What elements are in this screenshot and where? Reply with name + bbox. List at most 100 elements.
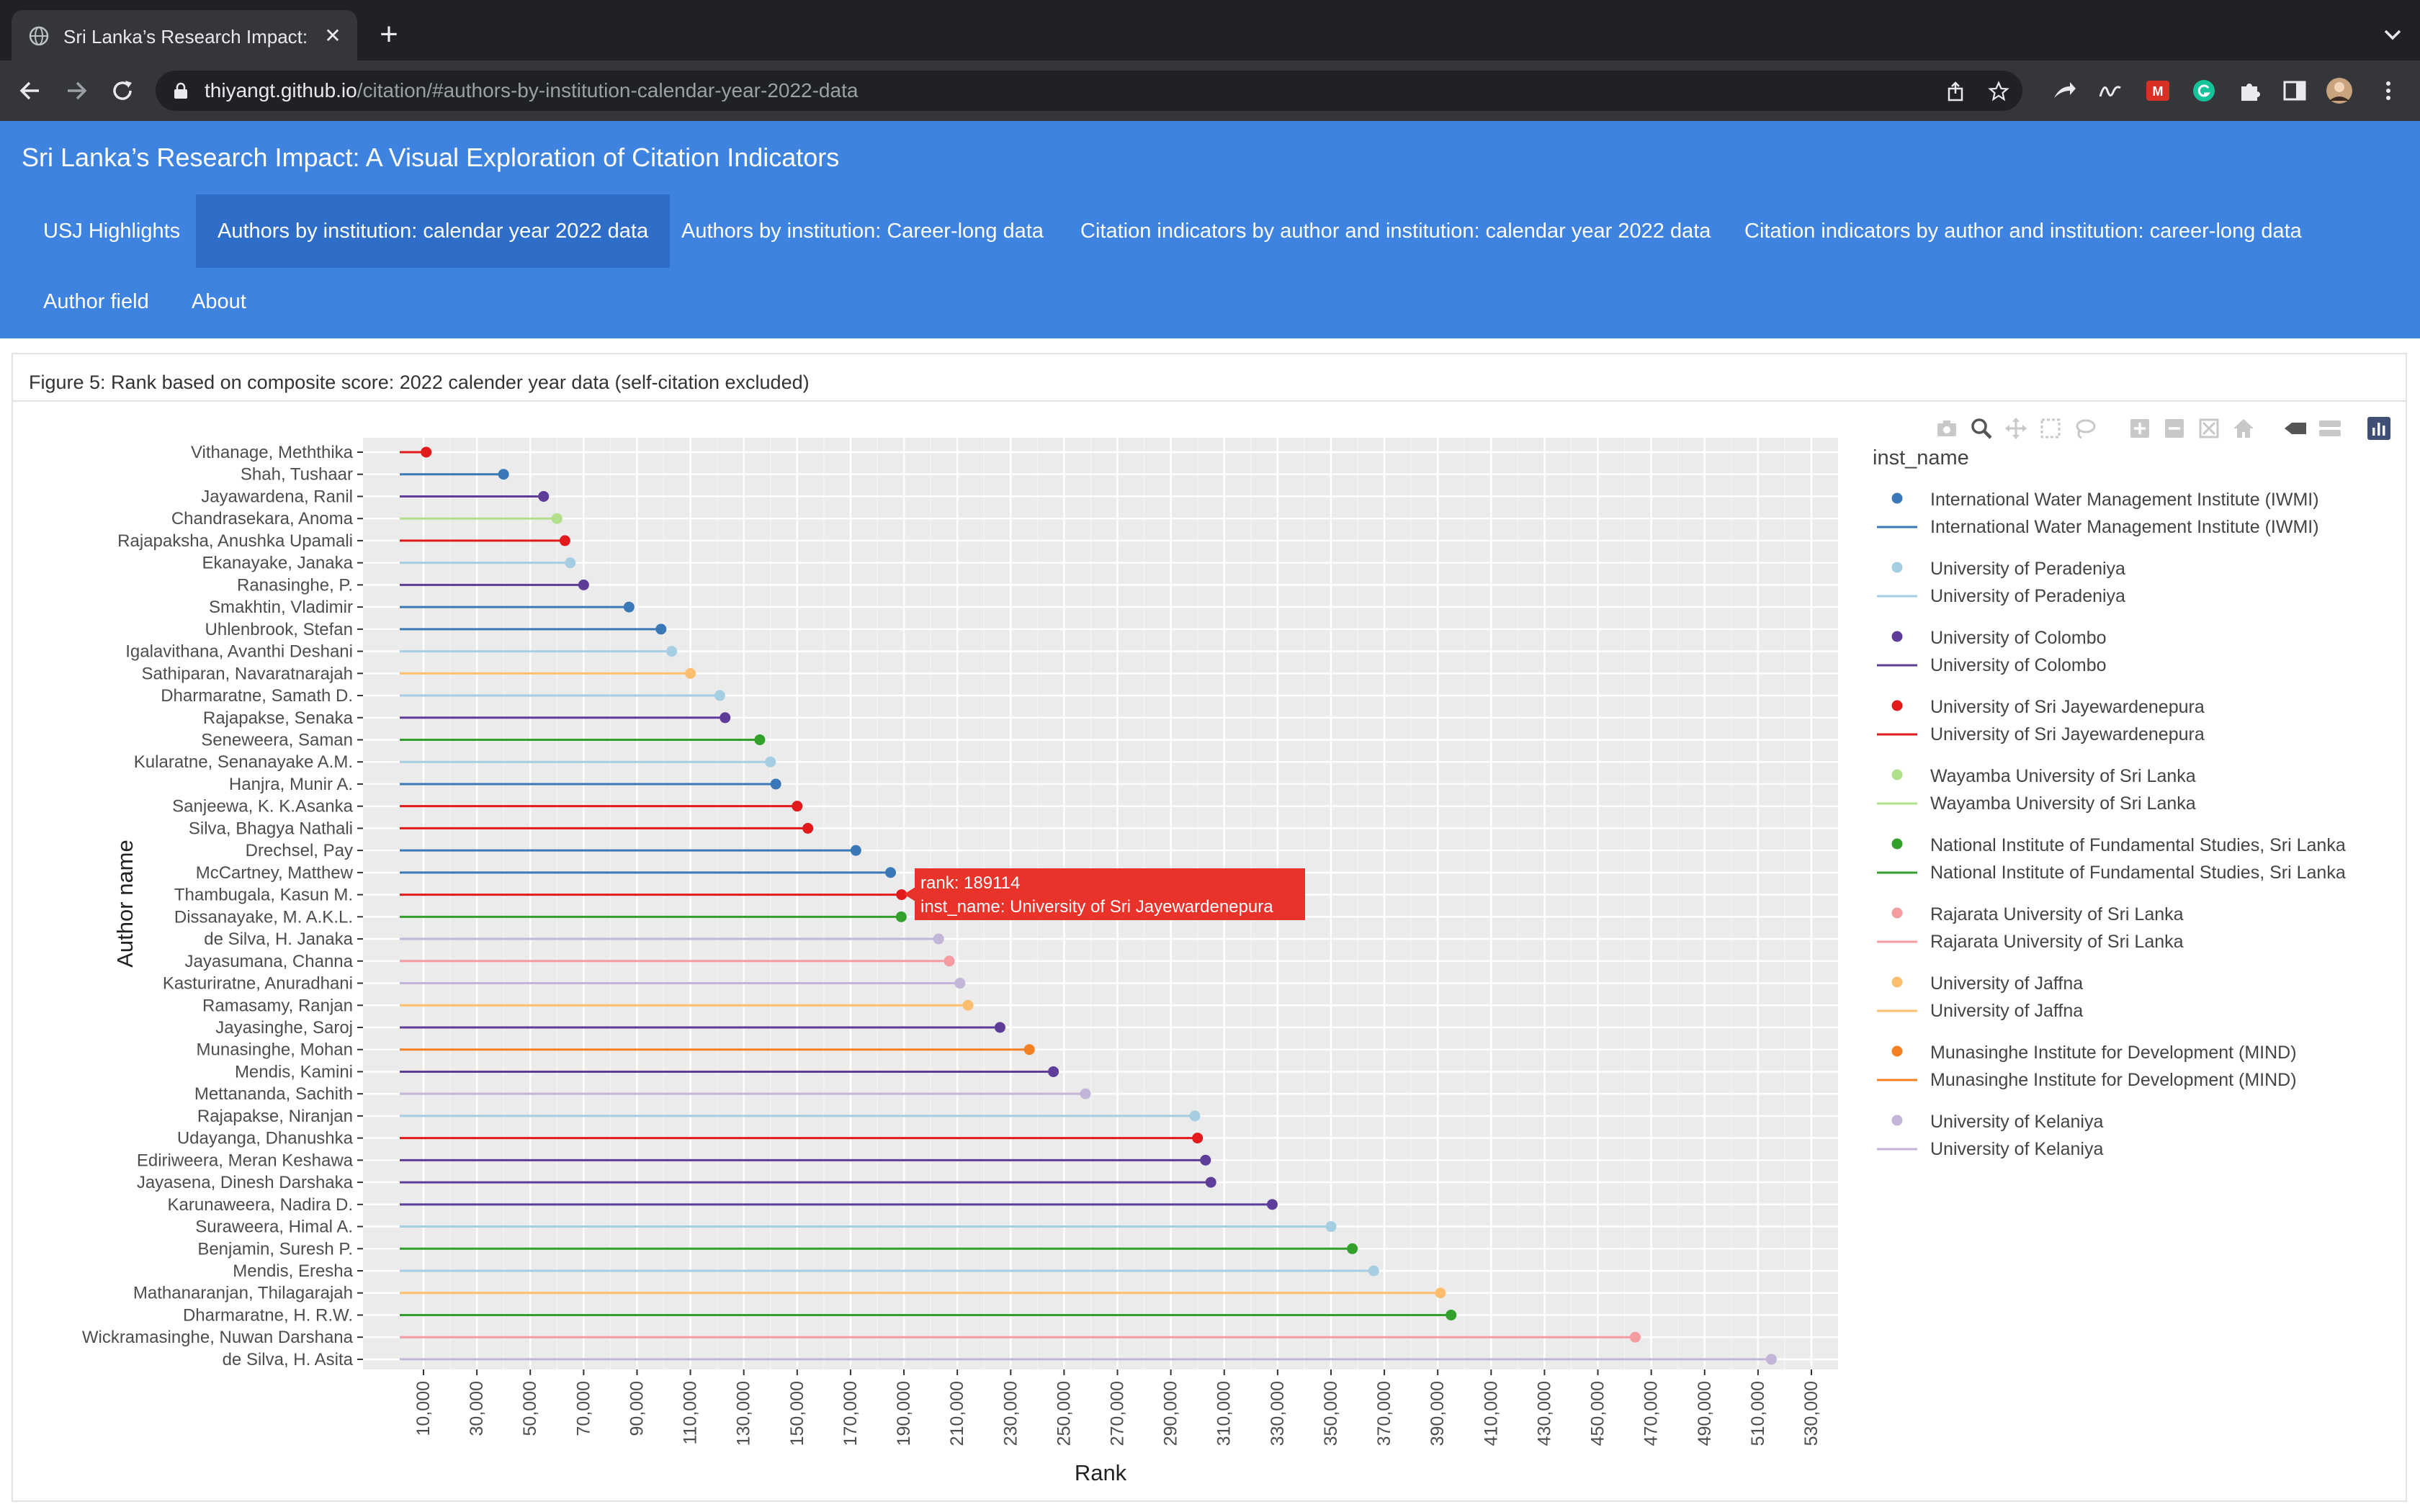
x-tick-label: 110,000 [681,1381,701,1445]
lollipop-point[interactable] [714,690,725,701]
lollipop-point[interactable] [1347,1243,1358,1254]
legend-item-line[interactable]: International Water Management Institute… [1873,514,2406,540]
lollipop-point[interactable] [1200,1154,1211,1166]
lollipop-point[interactable] [994,1022,1005,1033]
lollipop-point[interactable] [538,490,550,502]
lollipop-point[interactable] [850,845,861,856]
y-tick-label: Uhlenbrook, Stefan [205,620,353,639]
lollipop-point[interactable] [559,535,570,546]
y-tick-label: Mettananda, Sachith [194,1084,353,1104]
legend-item-line[interactable]: University of Sri Jayewardenepura [1873,721,2406,747]
lollipop-point[interactable] [498,469,509,480]
legend-marker-icon [1891,1045,1903,1057]
y-tick-label: Karunaweera, Nadira D. [168,1195,353,1215]
legend-item-point[interactable]: University of Colombo [1873,625,2406,651]
lollipop-point[interactable] [1446,1309,1457,1320]
x-tick-label: 310,000 [1214,1381,1234,1446]
lollipop-point[interactable] [623,601,635,613]
legend-item-line[interactable]: University of Peradeniya [1873,583,2406,609]
lollipop-point[interactable] [720,712,731,724]
lollipop-point[interactable] [765,756,776,768]
x-tick-label: 230,000 [1000,1381,1021,1446]
lollipop-point[interactable] [1325,1221,1337,1233]
legend-label: Munasinghe Institute for Development (MI… [1930,1043,2297,1063]
x-tick-label: 390,000 [1428,1381,1448,1446]
legend-item-point[interactable]: Wayamba University of Sri Lanka [1873,763,2406,789]
legend-item-line[interactable]: University of Colombo [1873,652,2406,678]
lollipop-point[interactable] [1629,1331,1641,1343]
lollipop-point[interactable] [1192,1133,1204,1144]
legend-item-line[interactable]: National Institute of Fundamental Studie… [1873,860,2406,886]
lollipop-point[interactable] [1189,1110,1201,1122]
x-tick-label: 250,000 [1054,1381,1074,1446]
legend-label: Munasinghe Institute for Development (MI… [1930,1070,2297,1090]
x-tick-label: 350,000 [1321,1381,1341,1446]
legend-item-point[interactable]: International Water Management Institute… [1873,487,2406,513]
lollipop-chart[interactable]: 10,000 30,000 50,000 70,000 90,000 110,000 130… [0,0,2420,1512]
legend-label: University of Sri Jayewardenepura [1930,724,2205,744]
lollipop-point[interactable] [1266,1199,1278,1210]
x-axis-title: Rank [1075,1460,1127,1485]
legend-item-line[interactable]: Rajarata University of Sri Lanka [1873,929,2406,955]
lollipop-point[interactable] [754,734,766,745]
tooltip-arrow [904,887,915,901]
y-tick-label: Drechsel, Pay [246,841,353,860]
lollipop-point[interactable] [1435,1287,1446,1299]
y-tick-label: Suraweera, Himal A. [195,1218,353,1237]
lollipop-point[interactable] [1048,1066,1059,1077]
legend-label: International Water Management Institute… [1930,490,2319,510]
lollipop-point[interactable] [655,624,667,635]
lollipop-point[interactable] [802,822,814,834]
lollipop-point[interactable] [1205,1176,1216,1188]
lollipop-point[interactable] [1023,1044,1035,1056]
legend-item-line[interactable]: University of Jaffna [1873,998,2406,1024]
legend-title: inst_name [1873,446,1969,469]
lollipop-point[interactable] [685,667,696,679]
lollipop-point[interactable] [954,978,966,989]
lollipop-point[interactable] [944,955,955,967]
lollipop-point[interactable] [962,999,974,1011]
lollipop-point[interactable] [1368,1265,1379,1277]
lollipop-point[interactable] [895,911,907,922]
y-tick-label: Ranasinghe, P. [237,575,353,595]
legend-item-line[interactable]: Munasinghe Institute for Development (MI… [1873,1067,2406,1093]
lollipop-point[interactable] [666,646,678,657]
legend-item-point[interactable]: Rajarata University of Sri Lanka [1873,901,2406,927]
lollipop-point[interactable] [421,446,432,458]
legend-marker-icon [1891,1115,1903,1126]
lollipop-point[interactable] [770,778,781,790]
legend-item-line[interactable]: University of Kelaniya [1873,1136,2406,1162]
x-tick-label: 170,000 [841,1381,861,1446]
y-tick-label: Rajapakse, Niranjan [197,1107,353,1126]
x-tick-label: 470,000 [1641,1381,1662,1446]
legend-item-point[interactable]: University of Kelaniya [1873,1109,2406,1135]
legend-label: University of Sri Jayewardenepura [1930,697,2205,717]
x-tick-label: 370,000 [1374,1381,1394,1446]
y-tick-label: Smakhtin, Vladimir [209,598,353,617]
lollipop-point[interactable] [885,867,897,878]
legend-label: National Institute of Fundamental Studie… [1930,863,2346,883]
legend-label: University of Colombo [1930,655,2107,675]
legend-item-point[interactable]: Munasinghe Institute for Development (MI… [1873,1040,2406,1066]
legend-item-line[interactable]: Wayamba University of Sri Lanka [1873,791,2406,816]
lollipop-point[interactable] [565,557,576,569]
y-tick-label: Silva, Bhagya Nathali [189,819,353,838]
lollipop-point[interactable] [933,933,944,945]
legend-item-point[interactable]: University of Jaffna [1873,971,2406,996]
lollipop-point[interactable] [1080,1088,1091,1099]
lollipop-point[interactable] [792,801,803,812]
x-tick-label: 330,000 [1268,1381,1288,1446]
y-tick-label: Shah, Tushaar [241,465,353,485]
x-tick-label: 190,000 [894,1381,914,1446]
legend-item-point[interactable]: University of Sri Jayewardenepura [1873,694,2406,720]
legend-item-point[interactable]: National Institute of Fundamental Studie… [1873,832,2406,858]
lollipop-point[interactable] [1765,1354,1777,1365]
legend-item-point[interactable]: University of Peradeniya [1873,556,2406,582]
lollipop-point[interactable] [578,579,589,590]
tooltip-institution: inst_name: University of Sri Jayewardene… [920,897,1273,917]
lollipop-point[interactable] [551,513,563,524]
legend-label: University of Jaffna [1930,973,2084,994]
legend-marker-icon [1891,907,1903,919]
y-tick-label: Rajapakse, Senaka [203,708,354,728]
legend-label: National Institute of Fundamental Studie… [1930,835,2346,855]
